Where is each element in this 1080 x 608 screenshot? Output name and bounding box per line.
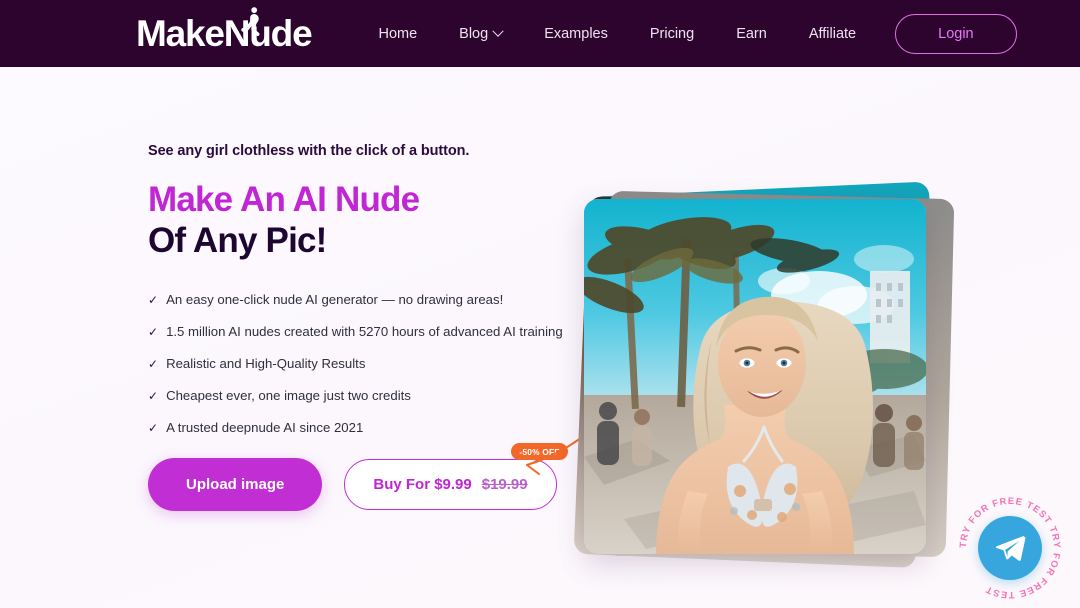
chevron-down-icon <box>492 25 504 37</box>
hero-photo <box>584 199 926 554</box>
check-icon: ✓ <box>148 356 159 371</box>
hero-image[interactable] <box>584 199 926 554</box>
title-line-1: Make An AI Nude <box>148 180 420 219</box>
feature-list: ✓ An easy one-click nude AI generator — … <box>148 292 578 437</box>
upload-image-button[interactable]: Upload image <box>148 458 323 512</box>
list-item: ✓ A trusted deepnude AI since 2021 <box>148 420 578 437</box>
status-badge: -50% OFF <box>511 443 568 461</box>
nav-label: Blog <box>459 25 489 42</box>
nav-item-pricing[interactable]: Pricing <box>629 16 715 52</box>
hero-copy: See any girl clothless with the click of… <box>148 143 612 512</box>
page-title: Make An AI Nude Of Any Pic! <box>148 180 578 262</box>
list-item: ✓ An easy one-click nude AI generator — … <box>148 292 578 309</box>
telegram-icon <box>978 516 1042 580</box>
feature-text: Cheapest ever, one image just two credit… <box>166 387 411 403</box>
hero-eyebrow: See any girl clothless with the click of… <box>148 143 470 159</box>
nav-label: Home <box>378 25 418 42</box>
nav-item-home[interactable]: Home <box>357 16 438 52</box>
site-header: MakeNude Home Blog Examples Pricing Earn… <box>0 0 1080 67</box>
nav-label: Earn <box>736 25 767 42</box>
buy-old-price: $19.99 <box>481 476 528 494</box>
check-icon: ✓ <box>148 420 159 435</box>
feature-text: A trusted deepnude AI since 2021 <box>166 419 364 435</box>
logo-text: MakeNude <box>136 13 313 54</box>
check-icon: ✓ <box>148 292 159 307</box>
check-icon: ✓ <box>148 324 159 339</box>
list-item: ✓ Cheapest ever, one image just two cred… <box>148 388 578 405</box>
nav-item-earn[interactable]: Earn <box>715 16 788 52</box>
feature-text: Realistic and High-Quality Results <box>166 355 366 371</box>
hero-section: See any girl clothless with the click of… <box>0 67 1080 608</box>
login-button[interactable]: Login <box>895 13 1017 54</box>
check-icon: ✓ <box>148 388 159 403</box>
telegram-float-button[interactable]: TRY FOR FREE TEST TRY FOR FREE TEST <box>956 494 1064 602</box>
buy-price-label: Buy For $9.99 <box>373 476 472 494</box>
nav-item-examples[interactable]: Examples <box>523 16 629 52</box>
title-line-2: Of Any Pic! <box>148 220 327 260</box>
cta-row: Upload image Buy For $9.99 $19.99 -50% O… <box>148 415 612 512</box>
buy-button[interactable]: Buy For $9.99 $19.99 -50% OFF <box>344 443 568 511</box>
nav-label: Pricing <box>649 25 695 42</box>
nav-label: Examples <box>544 25 608 42</box>
nav-item-blog[interactable]: Blog <box>438 16 523 52</box>
list-item: ✓ 1.5 million AI nudes created with 5270… <box>148 324 578 341</box>
nav-label: Affiliate <box>808 25 857 42</box>
main-nav: Home Blog Examples Pricing Earn Affiliat… <box>357 13 1017 54</box>
nav-item-affiliate[interactable]: Affiliate <box>788 16 877 52</box>
feature-text: An easy one-click nude AI generator — no… <box>166 291 504 307</box>
list-item: ✓ Realistic and High-Quality Results <box>148 356 578 373</box>
feature-text: 1.5 million AI nudes created with 5270 h… <box>166 323 563 339</box>
site-logo[interactable]: MakeNude <box>136 0 313 67</box>
hero-image-stack <box>573 181 955 569</box>
